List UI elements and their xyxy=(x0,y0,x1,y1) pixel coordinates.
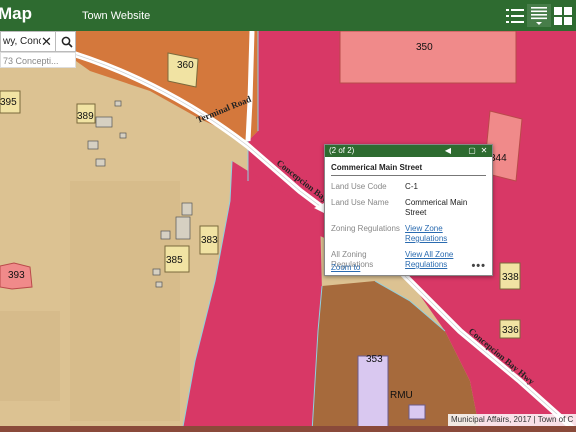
parcel-label: 350 xyxy=(416,42,433,53)
bottom-edge xyxy=(0,426,576,432)
parcel-label: 395 xyxy=(0,97,17,108)
field-key: Land Use Code xyxy=(331,182,387,191)
search-suggestion[interactable]: 73 Concepti... xyxy=(0,52,76,68)
layer-list-icon xyxy=(531,6,547,25)
feature-popup: (2 of 2) ◀ ▢ ✕ Commerical Main Street La… xyxy=(324,144,493,276)
popup-footer: Zoom to ••• xyxy=(331,260,486,273)
popup-header: (2 of 2) ◀ ▢ ✕ xyxy=(325,145,492,157)
close-icon[interactable]: ✕ xyxy=(479,145,489,157)
field-value: C-1 xyxy=(405,182,418,191)
basemap-gallery-button[interactable] xyxy=(551,4,575,27)
legend-button[interactable] xyxy=(503,4,527,27)
search-box: ✕ xyxy=(0,31,76,52)
app-title: Map xyxy=(0,4,32,23)
maximize-icon[interactable]: ▢ xyxy=(467,145,477,157)
clear-search-icon[interactable]: ✕ xyxy=(41,34,52,49)
parcel-label: 383 xyxy=(201,235,218,246)
popup-field-row: Land Use Code C-1 xyxy=(331,182,486,192)
town-website-link[interactable]: Town Website xyxy=(82,10,150,22)
popup-pointer xyxy=(314,203,324,213)
basemap-gallery-icon xyxy=(554,6,572,25)
popup-divider xyxy=(331,175,486,176)
more-actions-button[interactable]: ••• xyxy=(471,260,486,272)
parcel-label: RMU xyxy=(390,390,413,401)
popup-counter: (2 of 2) xyxy=(329,146,355,155)
popup-field-row: Land Use Name Commerical Main Street xyxy=(331,198,486,218)
popup-title: Commerical Main Street xyxy=(331,163,423,172)
search-icon xyxy=(61,36,73,48)
parcel-label: 385 xyxy=(166,255,183,266)
zoom-to-link[interactable]: Zoom to xyxy=(331,263,360,272)
parcel-label: 338 xyxy=(502,272,519,283)
field-value: Commerical Main Street xyxy=(405,198,468,217)
search-input[interactable] xyxy=(1,32,41,51)
parcel-label: 393 xyxy=(8,270,25,281)
legend-list-icon xyxy=(506,8,524,23)
parcel-label: 360 xyxy=(177,60,194,71)
app-header: Map Town Website xyxy=(0,0,576,31)
map-attribution: Municipal Affairs, 2017 | Town of C xyxy=(448,414,576,426)
parcel-label: 336 xyxy=(502,325,519,336)
popup-field-row: Zoning Regulations View Zone Regulations xyxy=(331,224,486,244)
parcel-label: 353 xyxy=(366,354,383,365)
field-key: Zoning Regulations xyxy=(331,224,400,233)
layer-list-button[interactable] xyxy=(527,4,551,27)
previous-feature-icon[interactable]: ◀ xyxy=(443,145,453,157)
popup-body: Land Use Code C-1 Land Use Name Commeric… xyxy=(325,182,492,270)
zone-regulations-link[interactable]: View Zone Regulations xyxy=(405,224,447,243)
search-button[interactable] xyxy=(55,32,77,51)
parcel-label: 389 xyxy=(77,111,94,122)
field-key: Land Use Name xyxy=(331,198,389,207)
